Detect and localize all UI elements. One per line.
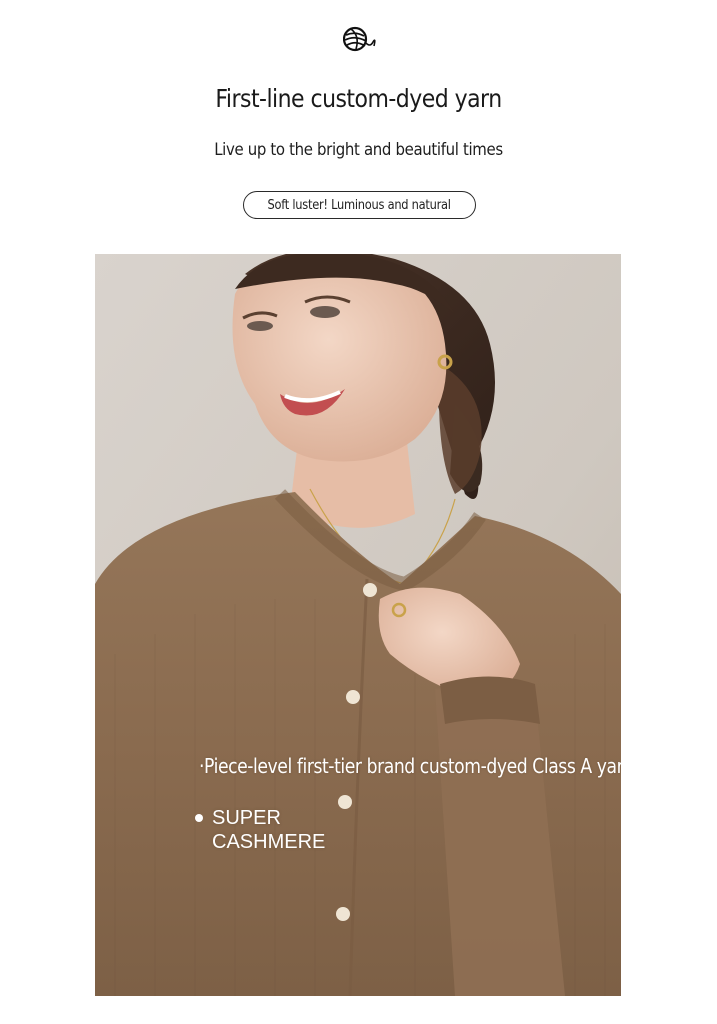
bullet-dot [195, 814, 203, 822]
brand-text: SUPER CASHMERE [212, 806, 325, 854]
brand-line-2: CASHMERE [212, 831, 326, 853]
brand-mark: SUPER CASHMERE [195, 806, 325, 854]
model-photo: ·Piece-level first-tier brand custom-dye… [95, 254, 621, 996]
yarn-ball-icon [343, 26, 376, 52]
feature-pill-label: Soft luster! Luminous and natural [267, 197, 452, 213]
feature-pill: Soft luster! Luminous and natural [243, 191, 476, 219]
subheadline: Live up to the bright and beautiful time… [214, 140, 503, 160]
model-wearing-cardigan-image [95, 254, 621, 996]
photo-caption: ·Piece-level first-tier brand custom-dye… [199, 754, 621, 778]
yarn-ball-logo [343, 26, 377, 52]
headline: First-line custom-dyed yarn [215, 84, 502, 113]
brand-line-1: SUPER [212, 807, 281, 829]
